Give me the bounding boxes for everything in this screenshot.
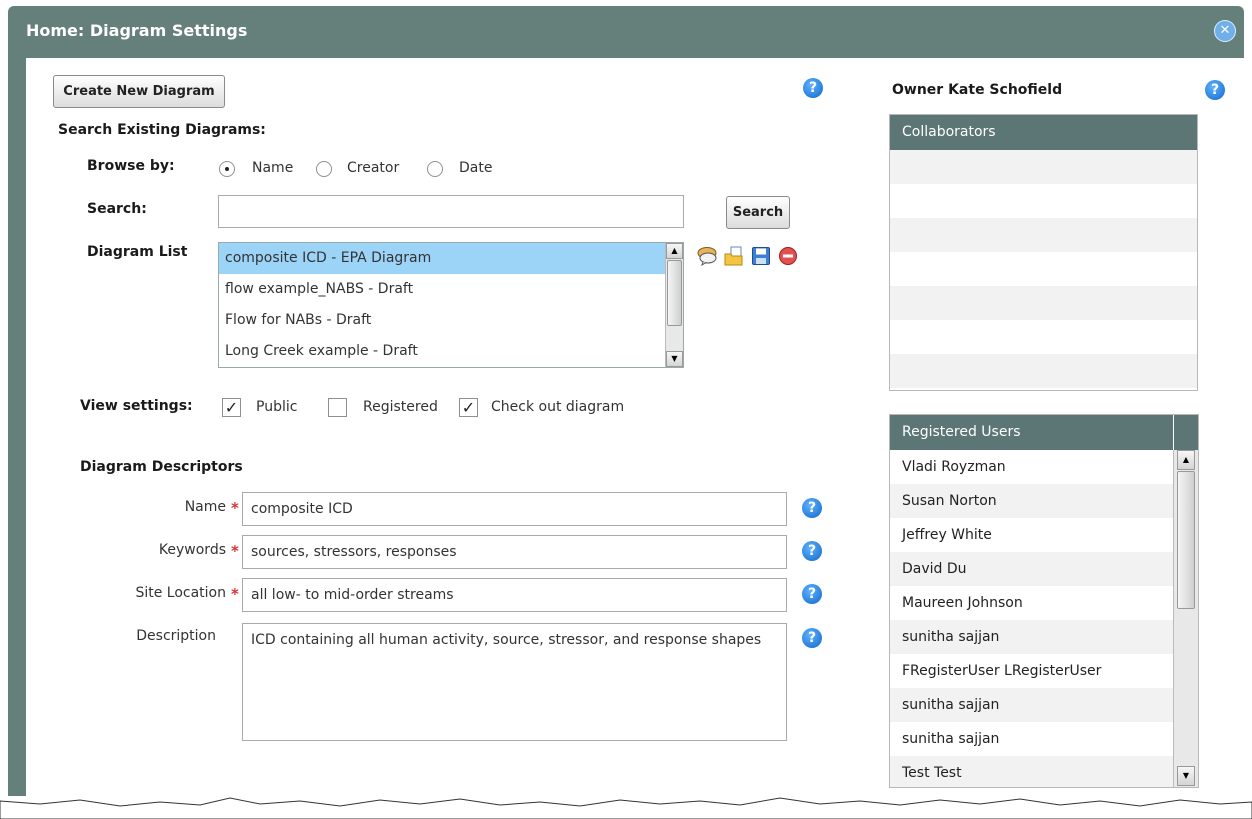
close-icon[interactable]: ✕ — [1214, 20, 1236, 42]
browse-creator-radio[interactable] — [316, 161, 332, 177]
create-new-diagram-button[interactable]: Create New Diagram — [53, 75, 225, 108]
search-button[interactable]: Search — [726, 196, 790, 229]
checkbox-label: Registered — [363, 399, 438, 415]
table-row[interactable]: Test Test — [890, 756, 1173, 787]
search-label: Search: — [87, 201, 147, 217]
list-item — [890, 286, 1197, 320]
table-row[interactable]: David Du — [890, 552, 1173, 586]
owner-label: Owner — [892, 82, 944, 98]
table-row[interactable]: FRegisterUser LRegisterUser — [890, 654, 1173, 688]
dialog-title: Home: Diagram Settings — [26, 21, 248, 40]
browse-name-radio[interactable] — [219, 161, 235, 177]
collaborators-panel[interactable]: Collaborators — [889, 114, 1198, 391]
diagram-list-scrollbar[interactable]: ▲ ▼ — [665, 243, 683, 367]
description-label: Description — [136, 628, 216, 644]
public-checkbox[interactable]: ✓ — [222, 398, 241, 417]
list-item[interactable]: flow example_NABS - Draft — [219, 274, 683, 305]
description-field[interactable]: ICD containing all human activity, sourc… — [242, 623, 787, 741]
registered-checkbox[interactable] — [328, 398, 347, 417]
search-input[interactable] — [218, 195, 684, 228]
search-existing-heading: Search Existing Diagrams: — [58, 122, 266, 138]
delete-icon[interactable] — [778, 246, 798, 266]
browse-date-radio[interactable] — [427, 161, 443, 177]
header-scroll-cap — [1173, 415, 1198, 450]
registered-users-header: Registered Users — [890, 415, 1198, 450]
name-label: Name — [184, 499, 226, 515]
table-row[interactable]: sunitha sajjan — [890, 620, 1173, 654]
owner-name: Kate Schofield — [948, 82, 1063, 98]
save-icon[interactable] — [751, 246, 771, 266]
list-item[interactable]: composite ICD - EPA Diagram — [219, 243, 683, 274]
list-item — [890, 320, 1197, 354]
diagram-list[interactable]: composite ICD - EPA Diagram flow example… — [218, 242, 684, 368]
keywords-label: Keywords — [158, 542, 226, 558]
scroll-up-icon[interactable]: ▲ — [1177, 450, 1195, 470]
help-icon[interactable]: ? — [802, 628, 822, 648]
scroll-down-icon[interactable]: ▼ — [666, 351, 683, 367]
help-icon[interactable]: ? — [802, 584, 822, 604]
required-mark: * — [231, 542, 239, 560]
open-folder-icon[interactable] — [724, 246, 744, 266]
checkbox-label: Public — [256, 399, 298, 415]
diagram-settings-dialog: Home: Diagram Settings ✕ Create New Diag… — [8, 6, 1244, 796]
site-location-label: Site Location — [135, 585, 226, 601]
help-icon[interactable]: ? — [802, 498, 822, 518]
browse-option-label: Name — [252, 160, 294, 176]
torn-edge-decoration — [0, 797, 1252, 819]
check-out-diagram-checkbox[interactable]: ✓ — [459, 398, 478, 417]
users-scrollbar[interactable]: ▲ ▼ — [1173, 450, 1198, 787]
dialog-titlebar[interactable]: Home: Diagram Settings ✕ — [8, 6, 1244, 58]
registered-users-panel[interactable]: Registered Users Vladi Royzman Susan Nor… — [889, 414, 1199, 788]
checkbox-label: Check out diagram — [491, 399, 625, 415]
table-row[interactable]: Susan Norton — [890, 484, 1173, 518]
collaborators-header: Collaborators — [890, 115, 1197, 150]
list-item — [890, 218, 1197, 252]
help-icon[interactable]: ? — [803, 78, 823, 98]
required-mark: * — [231, 499, 239, 517]
list-item — [890, 252, 1197, 286]
view-settings-label: View settings: — [80, 398, 193, 414]
table-row[interactable]: sunitha sajjan — [890, 722, 1173, 756]
list-item — [890, 150, 1197, 184]
site-location-field[interactable] — [242, 578, 787, 612]
table-row[interactable]: Jeffrey White — [890, 518, 1173, 552]
help-icon[interactable]: ? — [1205, 80, 1225, 100]
browse-option-label: Creator — [347, 160, 400, 176]
scroll-thumb[interactable] — [1177, 471, 1195, 609]
scroll-down-icon[interactable]: ▼ — [1177, 766, 1195, 786]
table-row[interactable]: Maureen Johnson — [890, 586, 1173, 620]
owner-block: Owner Kate Schofield — [892, 82, 1062, 98]
diagram-list-label: Diagram List — [87, 244, 188, 260]
keywords-field[interactable] — [242, 535, 787, 569]
table-row[interactable]: Vladi Royzman — [890, 450, 1173, 484]
browse-option-label: Date — [459, 160, 493, 176]
chat-icon[interactable] — [697, 246, 717, 266]
scroll-thumb[interactable] — [667, 260, 682, 326]
diagram-descriptors-heading: Diagram Descriptors — [80, 459, 243, 475]
scroll-up-icon[interactable]: ▲ — [666, 243, 683, 259]
help-icon[interactable]: ? — [802, 541, 822, 561]
browse-by-label: Browse by: — [87, 158, 175, 174]
browse-by-radio-group: Name Creator Date — [219, 160, 519, 181]
list-item[interactable]: Flow for NABs - Draft — [219, 305, 683, 336]
list-item — [890, 354, 1197, 388]
name-field[interactable] — [242, 492, 787, 526]
table-row[interactable]: sunitha sajjan — [890, 688, 1173, 722]
list-item — [890, 184, 1197, 218]
list-item[interactable]: Long Creek example - Draft — [219, 336, 683, 367]
dialog-body: Create New Diagram ? Search Existing Dia… — [26, 58, 1244, 796]
required-mark: * — [231, 585, 239, 603]
